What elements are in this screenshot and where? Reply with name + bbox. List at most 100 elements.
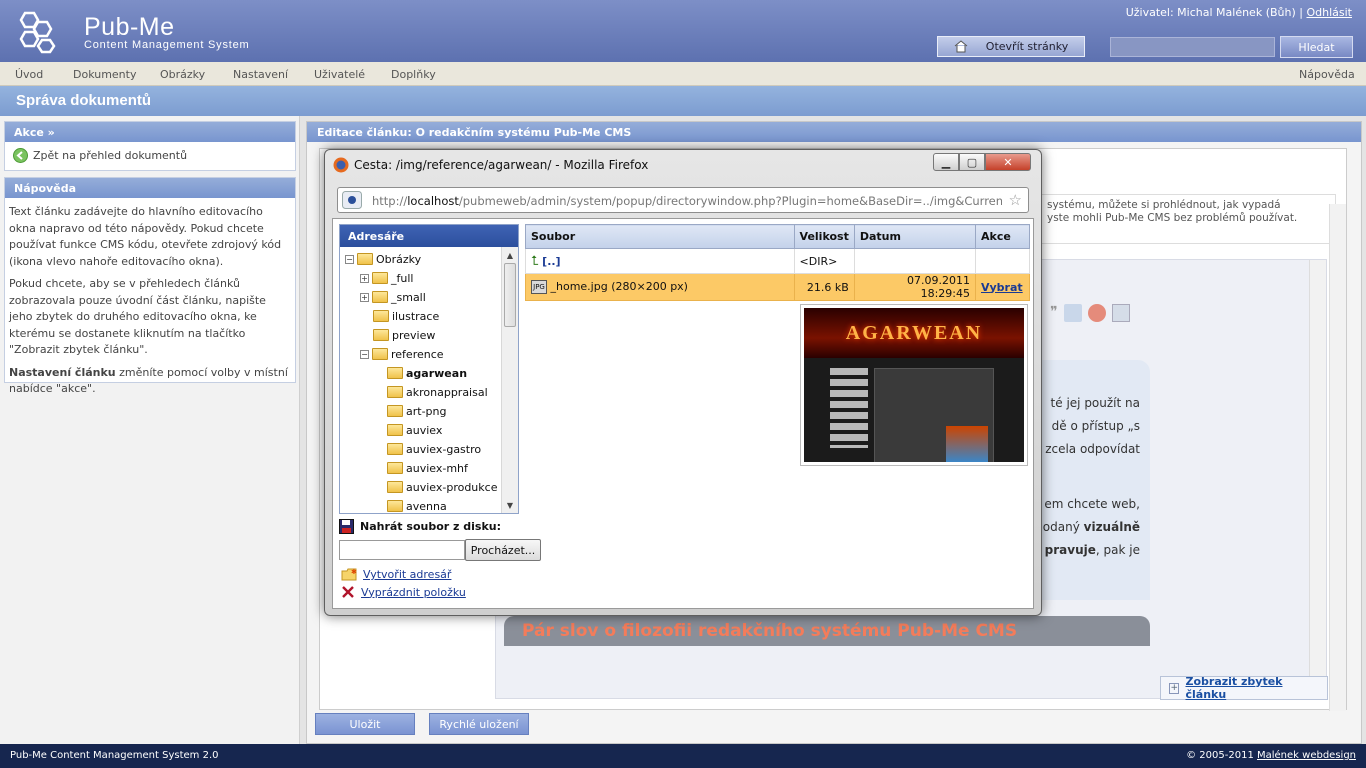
tree-item[interactable]: ilustrace bbox=[373, 307, 439, 325]
description-line-1: systému, můžete si prohlédnout, jak vypa… bbox=[1047, 199, 1281, 211]
upload-label: Nahrát soubor z disku: bbox=[360, 520, 501, 533]
expand-icon[interactable]: + bbox=[360, 273, 369, 283]
tree-item[interactable]: auviex-produkce bbox=[387, 478, 497, 496]
quote-icon[interactable]: ❞ bbox=[1050, 304, 1058, 322]
article-line-2: dě o přístup „s bbox=[1051, 419, 1140, 433]
tree-item[interactable]: + _full bbox=[360, 269, 413, 287]
floppy-disk-icon bbox=[339, 519, 354, 534]
user-label: Uživatel: Michal Malének (Bůh) | bbox=[1125, 6, 1303, 19]
quick-save-button[interactable]: Rychlé uložení bbox=[429, 713, 529, 735]
folder-icon bbox=[357, 253, 373, 265]
tree-scrollbar[interactable]: ▲ ▼ bbox=[501, 247, 518, 513]
menu-item-help[interactable]: Nápověda bbox=[1299, 68, 1355, 81]
tree-item[interactable]: preview bbox=[373, 326, 435, 344]
select-file-link[interactable]: Vybrat bbox=[981, 281, 1023, 294]
image-icon[interactable] bbox=[1063, 304, 1082, 322]
actions-title[interactable]: Akce » bbox=[5, 122, 295, 142]
menu-item-dokumenty[interactable]: Dokumenty bbox=[73, 68, 136, 81]
page-title: Správa dokumentů bbox=[16, 92, 152, 109]
tree-item[interactable]: art-png bbox=[387, 402, 446, 420]
folder-icon bbox=[387, 405, 403, 417]
table-row-parent[interactable]: ⮤ [..] <DIR> bbox=[525, 248, 1030, 274]
app-name: Pub-Me bbox=[84, 13, 175, 41]
article-line-3: zcela odpovídat bbox=[1045, 442, 1140, 456]
browse-button[interactable]: Procházet... bbox=[465, 539, 541, 561]
editor-toolbar: ❞ bbox=[1050, 304, 1130, 322]
menu-item-uzivatele[interactable]: Uživatelé bbox=[314, 68, 365, 81]
table-row-selected[interactable]: JPG _home.jpg (280×200 px) 21.6 kB 07.09… bbox=[525, 273, 1030, 301]
file-cell[interactable]: JPG _home.jpg (280×200 px) bbox=[525, 273, 795, 301]
file-path-input[interactable] bbox=[339, 540, 465, 560]
directory-tree-title: Adresáře bbox=[340, 225, 518, 247]
preview-banner: AGARWEAN bbox=[804, 308, 1024, 358]
create-dir-label[interactable]: Vytvořit adresář bbox=[363, 568, 451, 581]
menu-item-nastaveni[interactable]: Nastavení bbox=[233, 68, 288, 81]
description-field[interactable]: systému, můžete si prohlédnout, jak vypa… bbox=[1040, 194, 1336, 244]
main-menu: Úvod Dokumenty Obrázky Nastavení Uživate… bbox=[0, 62, 1366, 86]
open-site-button[interactable]: Otevřít stránky bbox=[937, 36, 1085, 57]
back-link-label: Zpět na přehled dokumentů bbox=[33, 149, 188, 162]
help-title: Nápověda bbox=[5, 178, 295, 198]
tree-item-selected[interactable]: agarwean bbox=[387, 364, 467, 382]
flash-icon[interactable] bbox=[1087, 304, 1106, 322]
show-rest-button[interactable]: + Zobrazit zbytek článku bbox=[1160, 675, 1328, 701]
menu-item-doplnky[interactable]: Doplňky bbox=[391, 68, 436, 81]
expand-icon[interactable]: + bbox=[360, 292, 369, 302]
create-dir-link[interactable]: ✱ Vytvořit adresář bbox=[341, 568, 451, 581]
menu-item-uvod[interactable]: Úvod bbox=[15, 68, 43, 81]
tree-item[interactable]: − Obrázky bbox=[345, 250, 421, 268]
tree-item[interactable]: − reference bbox=[360, 345, 444, 363]
parent-dir-cell[interactable]: ⮤ [..] bbox=[525, 248, 795, 274]
scroll-up-icon[interactable]: ▲ bbox=[502, 251, 518, 260]
action-cell bbox=[975, 248, 1030, 274]
clear-item-link[interactable]: Vyprázdnit položku bbox=[341, 585, 466, 599]
svg-text:✱: ✱ bbox=[351, 568, 357, 576]
folder-icon bbox=[387, 367, 403, 379]
footer-link[interactable]: Malének webdesign bbox=[1257, 750, 1356, 761]
table-icon[interactable] bbox=[1111, 304, 1130, 322]
menu-item-obrazky[interactable]: Obrázky bbox=[160, 68, 205, 81]
site-identity-icon bbox=[342, 191, 362, 209]
back-link[interactable]: Zpět na přehled dokumentů bbox=[5, 142, 295, 169]
sidebar: Akce » Zpět na přehled dokumentů Nápověd… bbox=[0, 116, 300, 744]
app-subtitle: Content Management System bbox=[84, 39, 250, 51]
minimize-icon[interactable]: ▁ bbox=[933, 153, 959, 171]
close-icon[interactable]: ✕ bbox=[985, 153, 1031, 171]
delete-x-icon bbox=[342, 586, 354, 598]
save-button[interactable]: Uložit bbox=[315, 713, 415, 735]
image-preview: AGARWEAN bbox=[800, 304, 1028, 466]
actions-box: Akce » Zpět na přehled dokumentů bbox=[4, 121, 296, 171]
column-date: Datum bbox=[853, 224, 977, 249]
page-scrollbar[interactable] bbox=[1329, 204, 1346, 711]
tree-item[interactable]: auviex-gastro bbox=[387, 440, 481, 458]
editor-title: Editace článku: O redakčním systému Pub-… bbox=[307, 122, 1361, 142]
tree-item[interactable]: + _small bbox=[360, 288, 426, 306]
scroll-thumb[interactable] bbox=[504, 263, 516, 327]
column-file: Soubor bbox=[525, 224, 795, 249]
popup-title: Cesta: /img/reference/agarwean/ - Mozill… bbox=[354, 158, 649, 172]
maximize-icon[interactable]: ▢ bbox=[959, 153, 985, 171]
upload-section: Nahrát soubor z disku: bbox=[339, 519, 501, 534]
jpg-file-icon: JPG bbox=[531, 280, 547, 294]
search-button[interactable]: Hledat bbox=[1280, 36, 1353, 58]
bookmark-star-icon[interactable]: ☆ bbox=[1009, 191, 1022, 209]
tree-item[interactable]: akronappraisal bbox=[387, 383, 488, 401]
new-folder-icon: ✱ bbox=[341, 568, 357, 581]
tree-item[interactable]: avenna bbox=[387, 497, 447, 513]
collapse-icon[interactable]: − bbox=[360, 349, 369, 359]
action-cell: Vybrat bbox=[975, 273, 1030, 301]
tree-item[interactable]: auviex-mhf bbox=[387, 459, 468, 477]
plus-icon: + bbox=[1169, 682, 1180, 694]
file-table: Soubor Velikost Datum Akce ⮤ [..] <DIR> … bbox=[525, 224, 1030, 301]
editor-scrollbar[interactable] bbox=[1309, 260, 1326, 700]
logout-link[interactable]: Odhlásit bbox=[1306, 6, 1352, 19]
firefox-icon bbox=[333, 157, 349, 173]
collapse-icon[interactable]: − bbox=[345, 254, 354, 264]
scroll-down-icon[interactable]: ▼ bbox=[502, 501, 518, 510]
clear-item-label[interactable]: Vyprázdnit položku bbox=[361, 586, 466, 599]
tree-item[interactable]: auviex bbox=[387, 421, 442, 439]
pubme-logo-icon bbox=[19, 11, 56, 54]
folder-icon bbox=[387, 424, 403, 436]
search-input[interactable] bbox=[1110, 37, 1275, 57]
address-bar[interactable]: http://localhost/pubmeweb/admin/system/p… bbox=[337, 187, 1029, 213]
